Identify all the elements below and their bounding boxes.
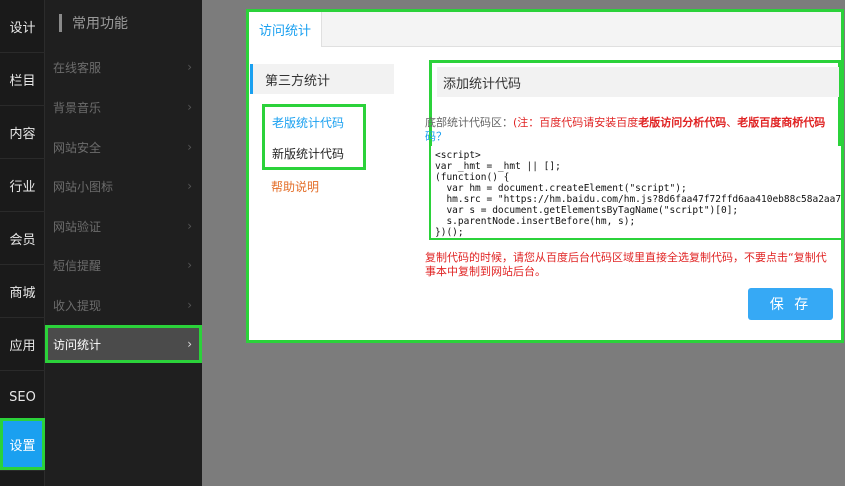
- main-nav-rail: 设计 栏目 内容 行业 会员 商城 应用 SEO 设置: [0, 0, 45, 486]
- rail-item-label: 行业: [9, 179, 36, 195]
- rail-item-apps[interactable]: 应用: [0, 318, 45, 371]
- sidebar-item-label: 短信提醒: [53, 259, 102, 273]
- chevron-right-icon: ›: [187, 258, 192, 272]
- rail-item-industry[interactable]: 行业: [0, 159, 45, 212]
- sidebar-item-label: 网站小图标: [53, 180, 114, 194]
- rail-item-label: 商城: [9, 285, 36, 301]
- chevron-right-icon: ›: [187, 337, 192, 351]
- sidebar-item-label: 背景音乐: [53, 101, 102, 115]
- chevron-right-icon: ›: [187, 298, 192, 312]
- sidebar-header: 常用功能: [59, 12, 128, 34]
- rail-item-columns[interactable]: 栏目: [0, 53, 45, 106]
- rail-item-label: 栏目: [9, 73, 36, 89]
- sidebar-item-site-security[interactable]: 网站安全 ›: [45, 128, 202, 167]
- chevron-right-icon: ›: [187, 100, 192, 114]
- copy-tip-line1: 复制代码的时候，请您从百度后台代码区域里直接全选复制代码，不要点击“复制代: [425, 251, 827, 264]
- chevron-right-icon: ›: [187, 60, 192, 74]
- code-version-group: 老版统计代码 新版统计代码: [262, 104, 366, 170]
- sidebar-item-label: 在线客服: [53, 61, 102, 75]
- copy-tip: 复制代码的时候，请您从百度后台代码区域里直接全选复制代码，不要点击“复制代 事本…: [425, 251, 841, 279]
- visit-stats-panel: 访问统计 第三方统计 老版统计代码 新版统计代码 帮助说明 添加统计代码 底部统…: [246, 9, 844, 343]
- sidebar-item-background-music[interactable]: 背景音乐 ›: [45, 88, 202, 127]
- stats-code-textarea[interactable]: <script> var _hmt = _hmt || []; (functio…: [431, 146, 841, 238]
- save-button[interactable]: 保 存: [748, 288, 833, 320]
- submenu-head-third-party[interactable]: 第三方统计: [250, 64, 394, 94]
- new-code-link[interactable]: 新版统计代码: [272, 145, 362, 162]
- sidebar-item-visit-stats[interactable]: 访问统计 ›: [45, 325, 202, 363]
- rail-item-label: 内容: [9, 126, 36, 142]
- rail-item-mall[interactable]: 商城: [0, 265, 45, 318]
- chevron-right-icon: ›: [187, 140, 192, 154]
- code-label-note: (注：百度代码请安装百度: [513, 116, 639, 129]
- stats-content: 添加统计代码 底部统计代码区：(注：百度代码请安装百度老版访问分析代码、老版百度…: [425, 60, 841, 340]
- rail-item-label: 设计: [9, 20, 36, 36]
- rail-item-settings[interactable]: 设置: [0, 418, 45, 471]
- sidebar-item-label: 网站验证: [53, 220, 102, 234]
- rail-item-label: 设置: [9, 438, 36, 454]
- code-area-label: 底部统计代码区：(注：百度代码请安装百度老版访问分析代码、老版百度商桥代码 码？: [425, 116, 841, 144]
- rail-item-design[interactable]: 设计: [0, 0, 45, 53]
- sidebar-title: 常用功能: [72, 16, 128, 32]
- sidebar-item-sms-alerts[interactable]: 短信提醒 ›: [45, 246, 202, 285]
- sidebar-item-label: 访问统计: [53, 337, 102, 352]
- help-link[interactable]: 帮助说明: [271, 178, 319, 195]
- sidebar-item-favicon[interactable]: 网站小图标 ›: [45, 167, 202, 206]
- rail-item-content[interactable]: 内容: [0, 106, 45, 159]
- chevron-right-icon: ›: [187, 219, 192, 233]
- code-label-sep: 、: [726, 116, 738, 129]
- section-title: 添加统计代码: [437, 67, 839, 97]
- sidebar-header-bar: [59, 14, 62, 32]
- tab-visit-stats[interactable]: 访问统计: [249, 12, 322, 47]
- rail-item-members[interactable]: 会员: [0, 212, 45, 265]
- code-label-prefix: 底部统计代码区：: [425, 116, 513, 129]
- code-label-bold1: 老版访问分析代码: [638, 116, 727, 129]
- rail-item-label: 会员: [9, 232, 36, 248]
- old-code-link[interactable]: 老版统计代码: [272, 114, 362, 131]
- sidebar-item-site-verification[interactable]: 网站验证 ›: [45, 207, 202, 246]
- rail-item-seo[interactable]: SEO: [0, 371, 45, 424]
- rail-item-label: SEO: [9, 389, 36, 405]
- stats-submenu: 第三方统计 老版统计代码 新版统计代码 帮助说明: [250, 64, 394, 200]
- rail-item-label: 应用: [9, 338, 36, 354]
- panel-tab-bar: 访问统计: [249, 12, 841, 47]
- sidebar-item-withdrawal[interactable]: 收入提现 ›: [45, 286, 202, 325]
- chevron-right-icon: ›: [187, 179, 192, 193]
- settings-sidebar: 常用功能 在线客服 › 背景音乐 › 网站安全 › 网站小图标 › 网站验证 ›…: [45, 0, 202, 486]
- code-label-line2: 码？: [425, 130, 447, 143]
- sidebar-item-label: 网站安全: [53, 141, 102, 155]
- code-label-bold2: 老版百度商桥代码: [737, 116, 826, 129]
- sidebar-item-label: 收入提现: [53, 299, 102, 313]
- copy-tip-line2: 事本中复制到网站后台。: [425, 265, 546, 278]
- sidebar-item-online-service[interactable]: 在线客服 ›: [45, 48, 202, 87]
